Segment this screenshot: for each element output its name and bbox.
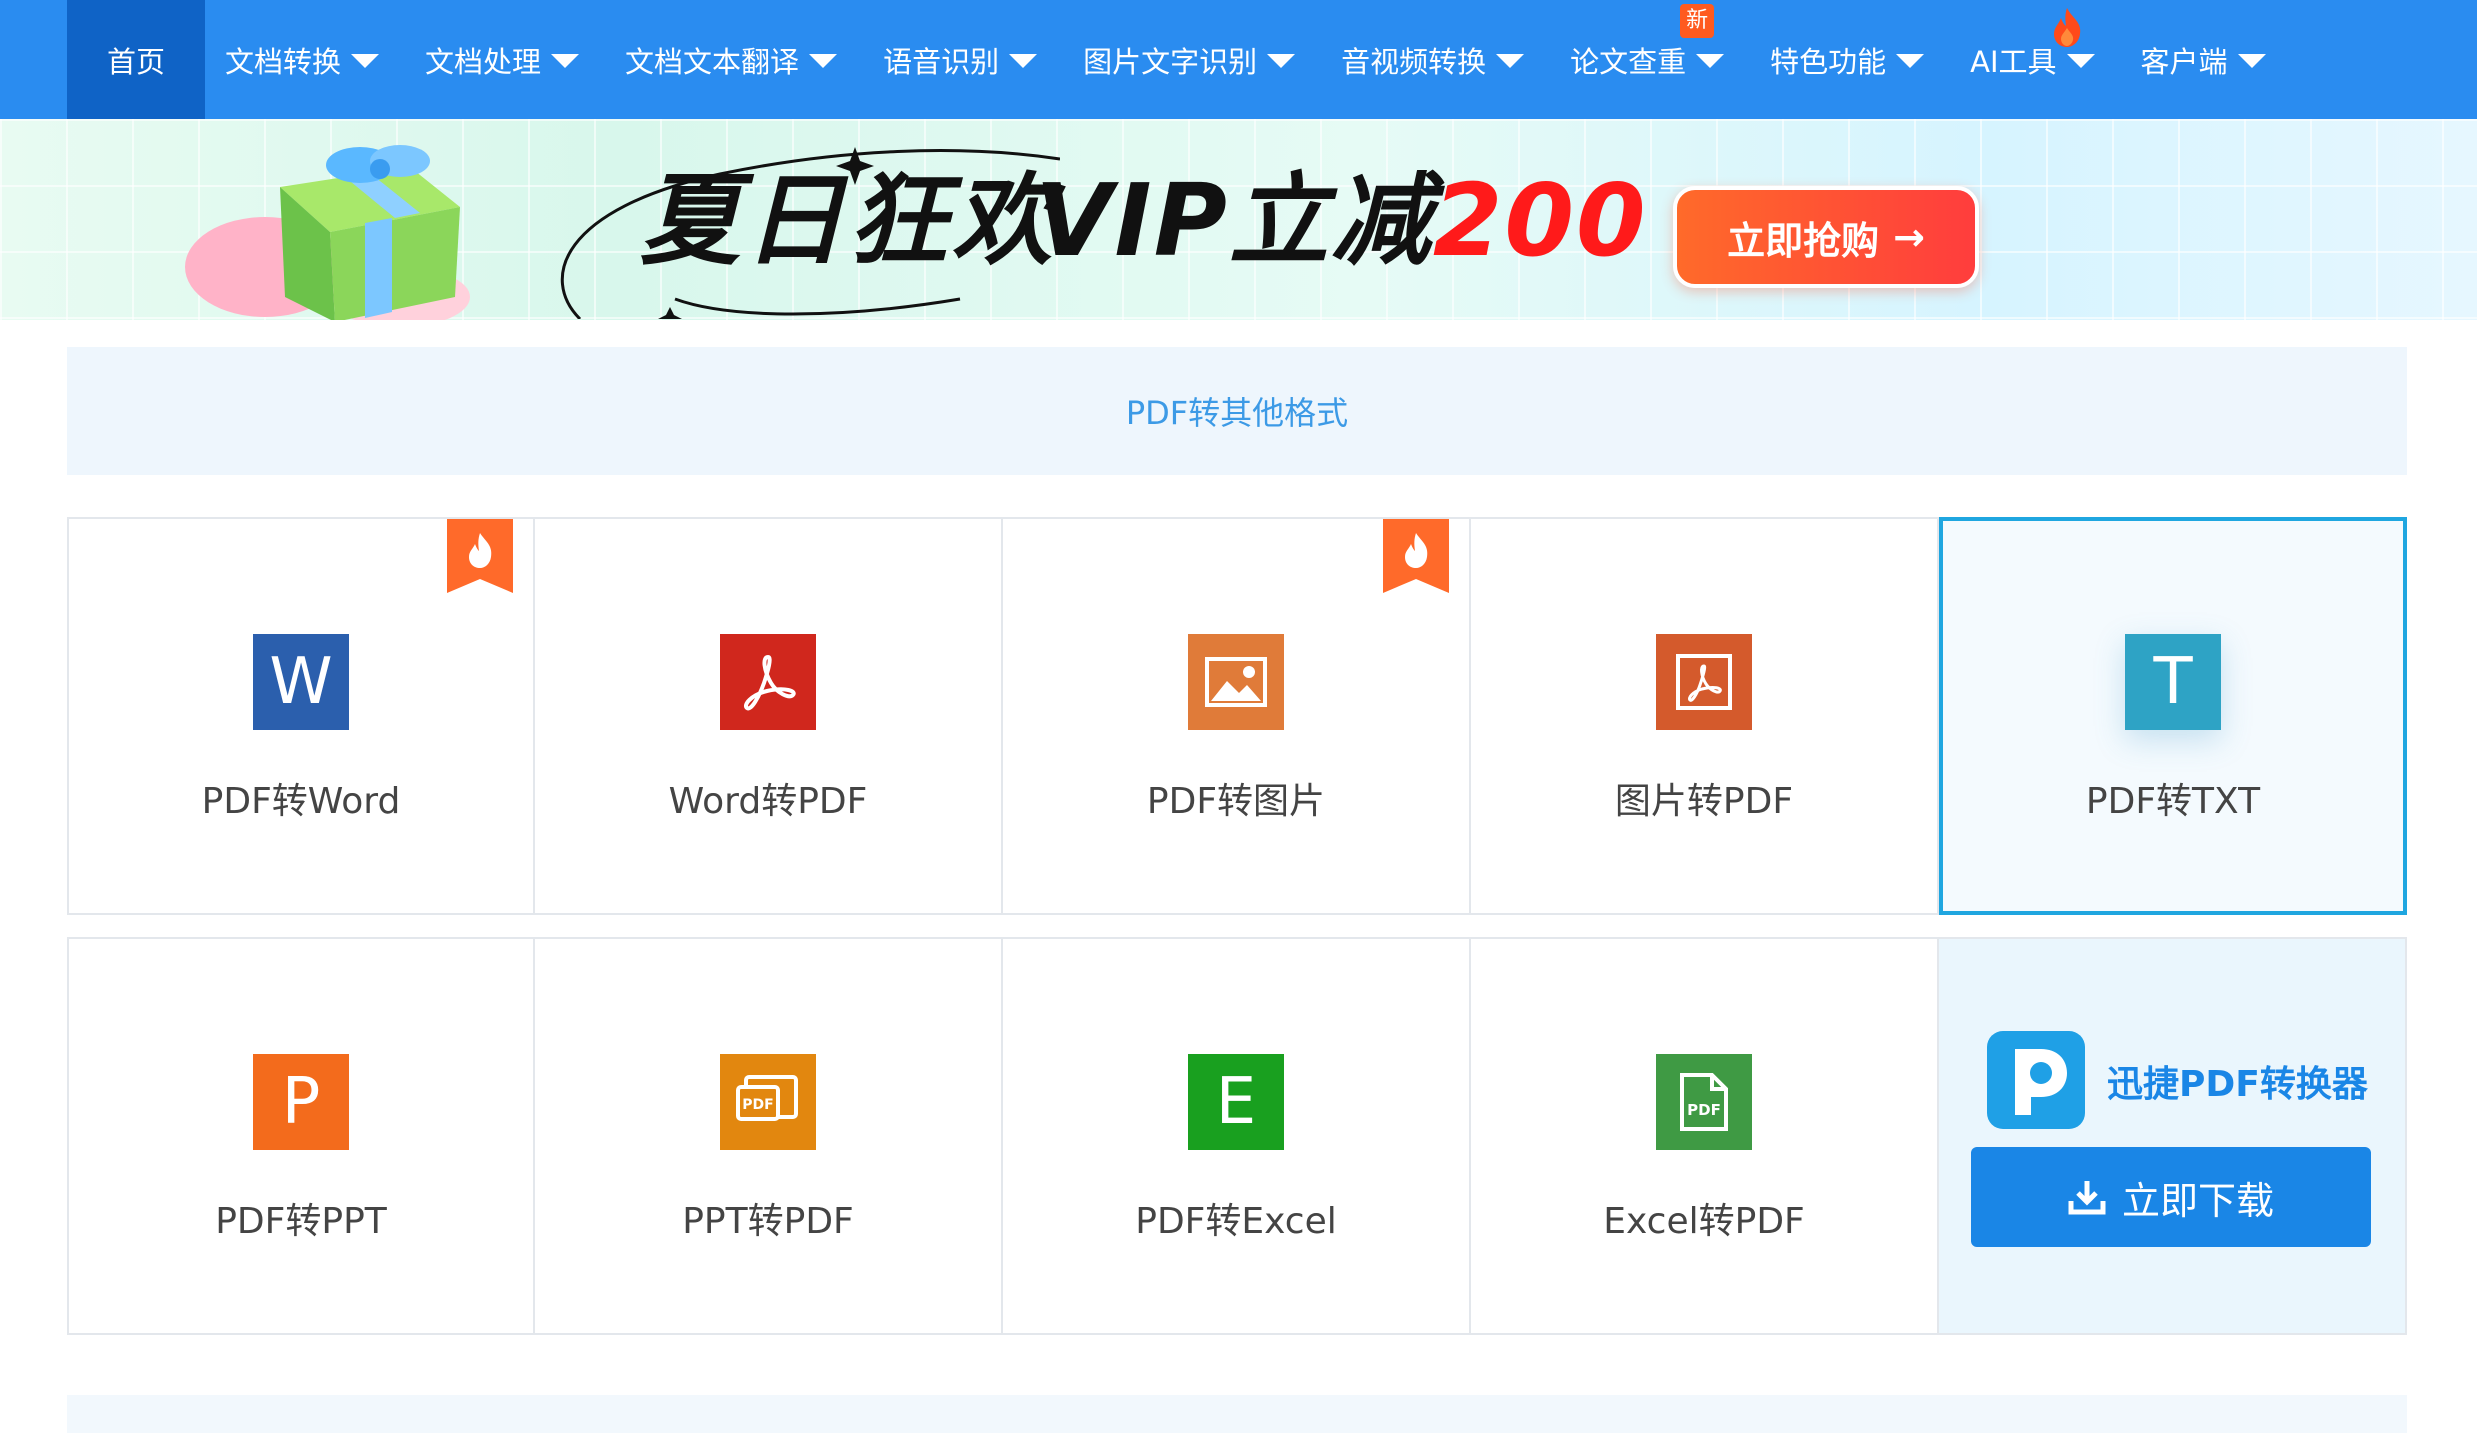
- vip-amount: 200: [1432, 162, 1648, 279]
- nav-item-speech[interactable]: 语音识别: [863, 0, 1063, 119]
- tile-letter: P: [281, 1065, 321, 1139]
- gift-box-icon: [185, 145, 470, 320]
- tool-label: PDF转Word: [201, 781, 401, 822]
- nav-item-doc-process[interactable]: 文档处理: [405, 0, 605, 119]
- caret-down-icon: [551, 53, 580, 68]
- section-title: PDF转其他格式: [1125, 394, 1349, 432]
- acrobat-icon: [720, 634, 816, 730]
- pdf-frame-glyph: [1676, 654, 1732, 710]
- nav-label: 客户端: [2140, 44, 2228, 79]
- banner-vip-offer: VIP立减200: [1035, 161, 1648, 281]
- tool-pdf-to-image[interactable]: PDF转图片: [1003, 517, 1471, 915]
- tile-letter: E: [1215, 1065, 1257, 1139]
- nav-label: 特色功能: [1770, 44, 1887, 79]
- nav-label: 音视频转换: [1341, 44, 1487, 79]
- caret-down-icon: [2066, 53, 2095, 68]
- word-icon: W: [253, 634, 349, 730]
- pdf-image-icon: [1656, 634, 1752, 730]
- tool-grid-row-2: P PDF转PPT PDF PPT转PDF E PDF转Excel PDF Ex…: [67, 937, 2407, 1335]
- tool-pdf-to-word[interactable]: W PDF转Word: [67, 517, 535, 915]
- picture-glyph: [1205, 657, 1267, 707]
- caret-down-icon: [1267, 53, 1296, 68]
- nav-item-translate[interactable]: 文档文本翻译: [605, 0, 863, 119]
- caret-down-icon: [1896, 53, 1925, 68]
- powerpoint-icon: P: [253, 1054, 349, 1150]
- tool-label: Word转PDF: [668, 781, 868, 822]
- tile-letter: T: [2153, 645, 2193, 719]
- nav-item-home[interactable]: 首页: [67, 0, 206, 119]
- download-label: 立即下载: [2121, 1178, 2274, 1223]
- nav-item-features[interactable]: 特色功能: [1750, 0, 1950, 119]
- tool-image-to-pdf[interactable]: 图片转PDF: [1471, 517, 1939, 915]
- hot-tag-icon: [447, 519, 513, 593]
- caret-down-icon: [1009, 53, 1038, 68]
- caret-down-icon: [1696, 53, 1725, 68]
- download-button[interactable]: 立即下载: [1971, 1147, 2371, 1247]
- new-badge: 新: [1680, 4, 1715, 38]
- tool-label: PDF转TXT: [2085, 781, 2261, 822]
- tool-excel-to-pdf[interactable]: PDF Excel转PDF: [1471, 937, 1939, 1335]
- nav-label: 语音识别: [883, 44, 1000, 79]
- tool-label: PDF转PPT: [215, 1201, 387, 1242]
- caret-down-icon: [1496, 53, 1525, 68]
- tool-pdf-to-excel[interactable]: E PDF转Excel: [1003, 937, 1471, 1335]
- tool-word-to-pdf[interactable]: Word转PDF: [535, 517, 1003, 915]
- tool-grid-row-1: W PDF转Word Word转PDF PDF转图片 图片转PDF T PDF转…: [67, 517, 2407, 915]
- fire-icon: [2054, 8, 2081, 47]
- nav-label: 文档处理: [425, 44, 542, 79]
- app-logo-icon: [1987, 1031, 2085, 1129]
- ppt-pdf-glyph: PDF: [736, 1075, 798, 1121]
- hot-tag-icon: [1383, 519, 1449, 593]
- tool-ppt-to-pdf[interactable]: PDF PPT转PDF: [535, 937, 1003, 1335]
- promo-banner[interactable]: 夏日狂欢 VIP立减200: [0, 119, 2477, 320]
- top-nav: 首页 文档转换 文档处理 文档文本翻译 语音识别 图片文字识别 音视频转换 论文…: [0, 0, 2477, 119]
- arrow-right-icon: →: [1893, 215, 1925, 259]
- svg-text:PDF: PDF: [742, 1097, 773, 1113]
- excel-icon: E: [1188, 1054, 1284, 1150]
- svg-text:PDF: PDF: [1687, 1101, 1721, 1119]
- caret-down-icon: [809, 53, 838, 68]
- vip-text: VIP立减: [1035, 162, 1433, 279]
- nav-item-client[interactable]: 客户端: [2121, 0, 2292, 119]
- ppt-pdf-icon: PDF: [720, 1054, 816, 1150]
- nav-item-plagiarism[interactable]: 论文查重 新: [1550, 0, 1750, 119]
- caret-down-icon: [2237, 53, 2266, 68]
- banner-headline: 夏日狂欢: [640, 162, 1056, 279]
- tool-label: PDF转图片: [1146, 781, 1326, 822]
- tool-label: 图片转PDF: [1614, 781, 1794, 822]
- tool-label: PPT转PDF: [682, 1201, 854, 1242]
- image-icon: [1188, 634, 1284, 730]
- acrobat-glyph: [744, 654, 796, 711]
- nav-item-ocr[interactable]: 图片文字识别: [1063, 0, 1321, 119]
- nav-label: 文档文本翻译: [625, 44, 800, 79]
- next-section-header: [67, 1395, 2407, 1433]
- section-header: PDF转其他格式: [67, 347, 2407, 475]
- buy-label: 立即抢购: [1727, 218, 1880, 263]
- tool-pdf-to-txt[interactable]: T PDF转TXT: [1939, 517, 2407, 915]
- promo-title: 迅捷PDF转换器: [2107, 1064, 2368, 1105]
- tile-letter: W: [269, 645, 333, 719]
- pdf-doc-glyph: PDF: [1680, 1073, 1728, 1131]
- text-icon: T: [2125, 634, 2221, 730]
- nav-item-ai-tools[interactable]: AI工具: [1950, 0, 2120, 119]
- tool-pdf-to-ppt[interactable]: P PDF转PPT: [67, 937, 535, 1335]
- tool-label: Excel转PDF: [1603, 1201, 1805, 1242]
- nav-item-doc-convert[interactable]: 文档转换: [205, 0, 405, 119]
- nav-menu: 首页 文档转换 文档处理 文档文本翻译 语音识别 图片文字识别 音视频转换 论文…: [67, 0, 2292, 119]
- nav-item-av-convert[interactable]: 音视频转换: [1321, 0, 1550, 119]
- excel-pdf-icon: PDF: [1656, 1054, 1752, 1150]
- caret-down-icon: [351, 53, 380, 68]
- nav-label: 文档转换: [225, 44, 342, 79]
- buy-now-button[interactable]: 立即抢购 →: [1673, 186, 1979, 288]
- nav-label: AI工具: [1970, 44, 2057, 79]
- nav-label: 首页: [107, 44, 166, 79]
- download-promo-card: 迅捷PDF转换器 立即下载: [1939, 937, 2407, 1335]
- download-icon: [2068, 1181, 2106, 1215]
- tool-label: PDF转Excel: [1135, 1201, 1337, 1242]
- nav-label: 图片文字识别: [1083, 44, 1258, 79]
- nav-label: 论文查重: [1570, 44, 1687, 79]
